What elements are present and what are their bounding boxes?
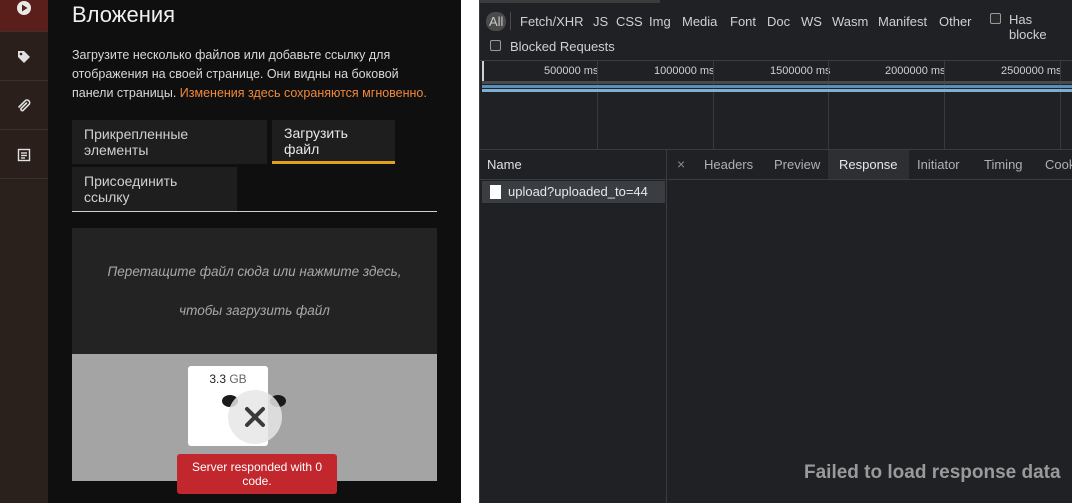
attachment-tabs: Прикрепленные элементы Загрузить файл Пр… — [72, 120, 437, 212]
timeline-tick-label: 500000 ms — [544, 65, 599, 77]
filter-manifest[interactable]: Manifest — [878, 12, 927, 31]
blocked-requests-label: Blocked Requests — [510, 39, 615, 54]
detail-tabs: × Headers Preview Response Initiator Tim… — [668, 150, 1072, 180]
filter-all[interactable]: All — [486, 12, 507, 31]
devtools-network-panel: All Fetch/XHR JS CSS Img Media Font Doc … — [479, 0, 1072, 503]
tab-label: Присоединить ссылку — [84, 173, 178, 205]
sidebar-item-tags[interactable] — [0, 33, 48, 81]
network-timeline[interactable]: 500000 ms 1000000 ms 1500000 ms 2000000 … — [480, 60, 1072, 150]
file-size-value: 3.3 — [209, 372, 226, 386]
tag-icon — [18, 50, 30, 63]
sidebar-item-attachments[interactable] — [0, 82, 48, 130]
filter-css[interactable]: CSS — [616, 12, 643, 31]
name-column-header[interactable]: Name — [480, 150, 667, 180]
file-dropzone[interactable]: Перетащите файл сюда или нажмите здесь, … — [72, 228, 437, 494]
panel-title: Вложения — [72, 2, 176, 27]
timeline-tick-label: 1500000 ms — [770, 65, 831, 77]
upload-preview-area: 3.3 GB Server responded with 0 code. — [72, 354, 437, 494]
timeline-tick-label: 2500000 ms — [1001, 65, 1062, 77]
toolbar-strip — [480, 0, 660, 3]
dropzone-text-line1: Перетащите файл сюда или нажмите здесь, — [107, 264, 402, 279]
timeline-request-bar — [482, 89, 1072, 92]
has-blocked-checkbox[interactable] — [990, 13, 1001, 24]
list-icon — [17, 148, 31, 161]
play-icon — [17, 0, 31, 15]
tab-cookies[interactable]: Cook — [1045, 150, 1072, 179]
tab-label: Прикрепленные элементы — [84, 126, 189, 158]
upload-error-mark — [228, 390, 282, 444]
tab-label: Загрузить файл — [284, 124, 348, 157]
filter-media[interactable]: Media — [682, 12, 717, 31]
filter-wasm[interactable]: Wasm — [832, 12, 868, 31]
tab-attach-link[interactable]: Присоединить ссылку — [72, 167, 237, 211]
timeline-start-marker — [482, 61, 484, 81]
timeline-gridline — [828, 61, 829, 150]
tab-upload-file[interactable]: Загрузить файл — [272, 120, 395, 164]
tab-preview[interactable]: Preview — [774, 150, 820, 179]
filter-fetch-xhr[interactable]: Fetch/XHR — [520, 12, 584, 31]
request-name: upload?uploaded_to=44 — [508, 184, 648, 199]
document-icon — [490, 185, 501, 199]
timeline-gridline — [597, 61, 598, 150]
sidebar-item-play[interactable] — [0, 0, 48, 32]
timeline-tick-label: 2000000 ms — [885, 65, 946, 77]
request-row[interactable]: upload?uploaded_to=44 — [482, 181, 665, 203]
file-size-unit: GB — [229, 372, 247, 386]
timeline-gridline — [713, 61, 714, 150]
has-blocked-label: Has blocke — [1009, 12, 1047, 42]
timeline-gridline — [944, 61, 945, 150]
filter-font[interactable]: Font — [730, 12, 756, 31]
filter-separator — [510, 12, 511, 30]
timeline-request-bar — [482, 85, 1072, 88]
response-error-message: Failed to load response data — [804, 462, 1061, 483]
network-filter-bar: All Fetch/XHR JS CSS Img Media Font Doc … — [480, 0, 1072, 60]
close-detail-icon[interactable]: × — [677, 150, 685, 179]
filter-doc[interactable]: Doc — [767, 12, 790, 31]
file-preview-card[interactable]: 3.3 GB — [188, 366, 286, 446]
dropzone-text-line2: чтобы загрузить файл — [179, 303, 330, 318]
paperclip-icon — [18, 98, 31, 111]
tab-initiator[interactable]: Initiator — [917, 150, 960, 179]
tab-timing[interactable]: Timing — [984, 150, 1023, 179]
tab-attached-items[interactable]: Прикрепленные элементы — [72, 120, 267, 164]
window-divider — [461, 0, 479, 503]
error-x-icon — [245, 407, 265, 427]
timeline-gridline — [1060, 61, 1061, 150]
filter-other[interactable]: Other — [939, 12, 972, 31]
attachments-panel: Вложения Загрузите несколько файлов или … — [48, 0, 461, 503]
tab-response[interactable]: Response — [828, 150, 909, 179]
sidebar-background — [0, 182, 48, 503]
timeline-bar — [482, 81, 1072, 84]
app-sidebar — [0, 0, 48, 503]
description-highlight: Изменения здесь сохраняются мгновенно. — [179, 86, 427, 100]
sidebar-item-list[interactable] — [0, 131, 48, 179]
screen: Вложения Загрузите несколько файлов или … — [0, 0, 1072, 503]
timeline-tick-label: 1000000 ms — [654, 65, 715, 77]
panel-description: Загрузите несколько файлов или добавьте … — [72, 46, 442, 103]
upload-error-tooltip: Server responded with 0 code. — [177, 454, 337, 494]
filter-js[interactable]: JS — [593, 12, 608, 31]
request-list: Name upload?uploaded_to=44 — [480, 150, 667, 503]
request-detail: × Headers Preview Response Initiator Tim… — [668, 150, 1072, 503]
file-size: 3.3 GB — [188, 372, 268, 386]
tab-headers[interactable]: Headers — [704, 150, 753, 179]
blocked-requests-checkbox[interactable] — [490, 40, 501, 51]
filter-ws[interactable]: WS — [801, 12, 822, 31]
filter-img[interactable]: Img — [649, 12, 671, 31]
